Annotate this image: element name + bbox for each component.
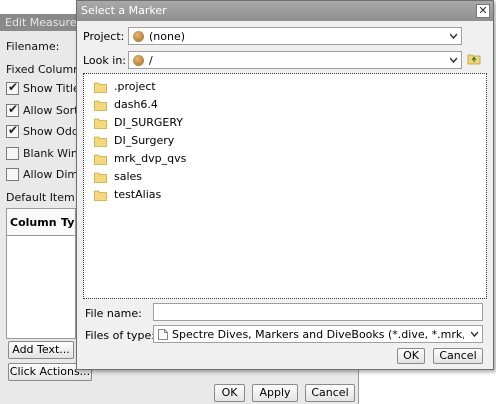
chevron-down-icon [450, 57, 457, 64]
type-header[interactable]: Ty [61, 216, 74, 229]
project-icon [133, 31, 144, 42]
item-name: DI_Surgery [114, 134, 175, 147]
look-in-label: Look in: [83, 54, 126, 67]
files-of-type-value: Spectre Dives, Markers and DiveBooks (*.… [172, 328, 464, 341]
item-name: DI_SURGERY [114, 116, 184, 129]
show-odd-label: Show Odd [23, 125, 79, 138]
folder-icon [94, 172, 107, 183]
look-in-select[interactable]: / [128, 51, 462, 69]
allow-sort-checkbox[interactable] [6, 102, 19, 117]
show-title-label: Show Title [23, 82, 80, 95]
allow-dim-label: Allow Dim [23, 168, 79, 181]
file-name-input[interactable] [153, 303, 483, 321]
folder-icon [94, 100, 107, 111]
folder-icon [94, 118, 107, 129]
dialog-cancel-button[interactable]: Cancel [433, 348, 483, 364]
show-title-checkbox[interactable] [6, 80, 19, 95]
file-icon [158, 329, 168, 340]
file-list[interactable]: .project dash6.4 DI_SURGERY DI_Surgery m… [83, 73, 487, 299]
column-header[interactable]: Column [10, 216, 57, 229]
chevron-down-icon [450, 33, 457, 40]
blank-win-checkbox[interactable] [6, 147, 19, 160]
edit-measure-title: Edit Measure [5, 16, 77, 29]
files-of-type-label: Files of type: [85, 329, 156, 342]
cancel-button[interactable]: Cancel [305, 384, 355, 402]
columns-grid-header: Column Ty [7, 209, 75, 236]
folder-icon [94, 190, 107, 201]
fixed-columns-label: Fixed Column [6, 63, 81, 76]
dialog-title: Select a Marker [81, 4, 167, 17]
folder-icon [94, 136, 107, 147]
filename-label: Filename: [6, 40, 60, 53]
item-name: dash6.4 [114, 98, 158, 111]
apply-button[interactable]: Apply [252, 384, 298, 402]
item-name: sales [114, 170, 143, 183]
dialog-titlebar[interactable]: Select a Marker ✕ [77, 1, 493, 21]
look-in-value: / [149, 54, 153, 67]
show-odd-checkbox[interactable] [6, 123, 19, 138]
item-name: testAlias [114, 188, 162, 201]
project-label: Project: [83, 30, 125, 43]
default-item-label: Default Item [6, 191, 75, 204]
project-select[interactable]: (none) [128, 27, 462, 45]
folder-icon [94, 82, 107, 93]
file-name-label: File name: [85, 307, 142, 320]
dialog-ok-button[interactable]: OK [397, 348, 425, 364]
ok-button[interactable]: OK [214, 384, 245, 402]
columns-grid[interactable]: Column Ty [6, 208, 76, 339]
folder-icon [94, 154, 107, 165]
item-name: .project [114, 80, 156, 93]
add-text-button[interactable]: Add Text... [8, 341, 74, 359]
folder-root-icon [133, 55, 144, 66]
select-marker-dialog: Select a Marker ✕ Project: (none) Look i… [76, 0, 494, 370]
project-value: (none) [149, 30, 186, 43]
item-name: mrk_dvp_qvs [114, 152, 187, 165]
blank-win-label: Blank Win [23, 147, 78, 160]
allow-sort-label: Allow Sort [23, 104, 79, 117]
files-of-type-select[interactable]: Spectre Dives, Markers and DiveBooks (*.… [153, 325, 483, 343]
close-icon[interactable]: ✕ [476, 4, 490, 18]
chevron-down-icon [471, 331, 478, 338]
allow-dim-checkbox[interactable] [6, 168, 19, 181]
up-folder-icon[interactable] [467, 53, 481, 65]
